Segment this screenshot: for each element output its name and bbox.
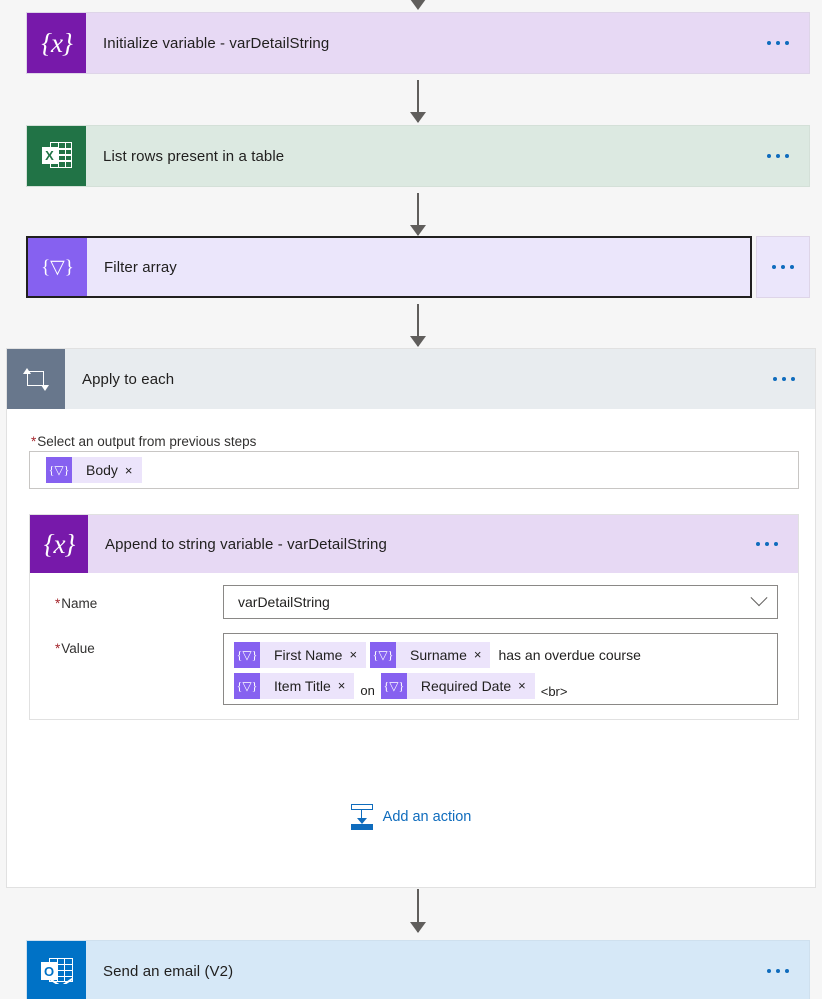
flow-step-filter-array[interactable]: {▽} Filter array	[26, 236, 810, 298]
flow-step-body: Initialize variable - varDetailString	[86, 13, 809, 73]
chevron-down-icon[interactable]	[750, 589, 768, 607]
name-dropdown[interactable]: varDetailString	[223, 585, 778, 619]
token-dynamic-content-icon: {▽}	[234, 672, 260, 699]
name-label-text: Name	[61, 596, 98, 611]
token-label: Body	[86, 462, 118, 478]
outlook-icon: O	[27, 941, 86, 999]
filter-array-icon: {▽}	[28, 238, 87, 296]
apply-to-each-scope: Apply to each *Select an output from pre…	[6, 348, 816, 888]
token-required-date[interactable]: {▽} Required Date ×	[380, 672, 535, 699]
value-line-2: {▽} Item Title × on {▽} Required Date × …	[234, 670, 767, 701]
token-remove-icon[interactable]: ×	[349, 648, 366, 661]
required-marker: *	[31, 434, 37, 449]
loop-icon	[7, 349, 65, 409]
flow-step-body: Filter array	[87, 238, 750, 296]
variable-icon: {x}	[27, 13, 86, 73]
filter-glyph: {▽}	[41, 256, 74, 278]
outlook-glyph: O	[40, 956, 73, 986]
connector-arrow-3	[417, 304, 419, 346]
token-first-name[interactable]: {▽} First Name ×	[234, 641, 367, 668]
flow-step-body: List rows present in a table	[86, 126, 809, 186]
name-value: varDetailString	[238, 594, 330, 610]
more-options-button[interactable]	[754, 538, 780, 550]
token-dynamic-content-icon: {▽}	[380, 672, 407, 699]
variable-icon: {x}	[30, 515, 88, 573]
flow-step-send-an-email[interactable]: O Send an email (V2)	[26, 940, 810, 999]
more-options-button[interactable]	[765, 150, 791, 162]
token-label: First Name	[274, 646, 343, 663]
append-card-header-body: Append to string variable - varDetailStr…	[88, 515, 798, 573]
token-surname[interactable]: {▽} Surname ×	[370, 641, 491, 668]
value-static-text-1: has an overdue course	[498, 646, 641, 663]
required-marker: *	[55, 641, 61, 656]
more-options-dots	[770, 261, 796, 273]
token-dynamic-content-icon: {▽}	[370, 641, 397, 668]
value-input[interactable]: {▽} First Name × {▽} Surname × has an ov…	[223, 633, 778, 705]
flow-step-title: Initialize variable - varDetailString	[103, 34, 330, 52]
required-marker: *	[55, 596, 61, 611]
token-dynamic-content-icon: {▽}	[46, 457, 72, 483]
outlook-letter: O	[40, 962, 58, 980]
add-an-action-label: Add an action	[382, 809, 472, 825]
connector-arrow-2	[417, 193, 419, 235]
loop-glyph	[23, 367, 49, 391]
append-card-title: Append to string variable - varDetailStr…	[105, 535, 387, 553]
append-to-string-variable-card: {x} Append to string variable - varDetai…	[29, 514, 799, 720]
flow-step-initialize-variable[interactable]: {x} Initialize variable - varDetailStrin…	[26, 12, 810, 74]
variable-glyph: {x}	[43, 528, 76, 559]
add-an-action-button[interactable]: Add an action	[7, 804, 815, 830]
select-output-label: *Select an output from previous steps	[31, 433, 256, 451]
token-label: Required Date	[420, 677, 512, 694]
more-options-button[interactable]	[765, 965, 791, 977]
flow-designer-canvas: {x} Initialize variable - varDetailStrin…	[0, 0, 822, 999]
flow-step-title: List rows present in a table	[103, 147, 285, 165]
append-card-header[interactable]: {x} Append to string variable - varDetai…	[30, 515, 798, 573]
token-item-title[interactable]: {▽} Item Title ×	[234, 672, 355, 699]
apply-to-each-header-body: Apply to each	[65, 349, 815, 409]
insert-below-icon	[350, 804, 373, 830]
token-remove-icon[interactable]: ×	[125, 464, 142, 477]
token-label: Surname	[410, 646, 467, 663]
variable-glyph: {x}	[41, 27, 73, 58]
excel-letter: X	[41, 147, 58, 164]
value-line-1: {▽} First Name × {▽} Surname × has an ov…	[234, 639, 767, 670]
connector-arrow-1	[417, 80, 419, 122]
more-options-button[interactable]	[765, 37, 791, 49]
token-remove-icon[interactable]: ×	[518, 679, 535, 692]
token-body[interactable]: {▽} Body ×	[46, 457, 142, 483]
value-label-text: Value	[61, 641, 95, 656]
token-remove-icon[interactable]: ×	[338, 679, 355, 692]
flow-step-title: Send an email (V2)	[103, 962, 234, 980]
excel-icon: X	[27, 126, 86, 186]
value-field-label: *Value	[55, 640, 95, 658]
flow-step-title: Filter array	[104, 258, 177, 276]
more-options-button[interactable]	[771, 373, 797, 385]
name-field-label: *Name	[55, 595, 97, 613]
connector-arrow-4	[417, 889, 419, 932]
token-remove-icon[interactable]: ×	[474, 648, 491, 661]
select-output-input[interactable]: {▽} Body ×	[29, 451, 799, 489]
more-options-button[interactable]	[756, 236, 810, 298]
excel-glyph: X	[41, 141, 72, 171]
apply-to-each-header[interactable]: Apply to each	[7, 349, 815, 409]
connector-arrow-incoming	[410, 0, 426, 10]
token-label: Item Title	[274, 677, 331, 694]
value-static-text-3: <br>	[540, 684, 568, 699]
flow-step-list-rows[interactable]: X List rows present in a table	[26, 125, 810, 187]
flow-step-body: Send an email (V2)	[86, 941, 809, 999]
apply-to-each-title: Apply to each	[82, 370, 175, 388]
value-static-text-2: on	[360, 683, 375, 698]
select-output-label-text: Select an output from previous steps	[37, 434, 257, 449]
flow-step-filter-array-card[interactable]: {▽} Filter array	[26, 236, 752, 298]
token-dynamic-content-icon: {▽}	[234, 641, 260, 668]
